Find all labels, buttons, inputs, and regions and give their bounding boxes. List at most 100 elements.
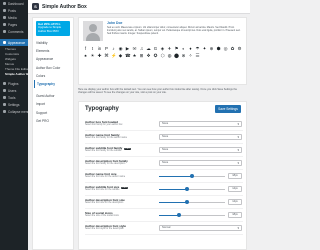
- wp-menu-item[interactable]: Users: [0, 87, 28, 94]
- slider-handle[interactable]: [184, 200, 189, 204]
- setting-slider[interactable]: [159, 213, 225, 217]
- social-icon[interactable]: ☂: [195, 46, 200, 51]
- social-icon[interactable]: ⊕: [209, 46, 214, 51]
- social-icon[interactable]: P: [104, 46, 109, 51]
- slider-handle[interactable]: [190, 174, 194, 178]
- setting-select[interactable]: None: [159, 160, 242, 166]
- author-name[interactable]: John Doe: [107, 21, 122, 25]
- setting-value-input[interactable]: 14px: [228, 199, 242, 205]
- social-icon[interactable]: ⊗: [181, 53, 186, 58]
- social-icon[interactable]: ☎: [125, 53, 130, 58]
- social-icon[interactable]: ◍: [167, 53, 172, 58]
- social-icon[interactable]: ⌘: [104, 53, 109, 58]
- wp-menu-item[interactable]: Theme File Editor: [0, 66, 28, 71]
- social-icon[interactable]: ✈: [167, 46, 172, 51]
- social-icon[interactable]: ☰: [195, 53, 200, 58]
- social-icon[interactable]: ✚: [97, 53, 102, 58]
- plugin-nav-item[interactable]: Import: [36, 100, 70, 108]
- social-icon[interactable]: ✦: [202, 46, 207, 51]
- plugin-nav-item[interactable]: Elements: [36, 47, 70, 55]
- setting-description: Select the size of the social icons: [85, 215, 119, 217]
- social-icon[interactable]: ◆: [118, 53, 123, 58]
- setting-slider[interactable]: [159, 200, 225, 204]
- wp-menu-item[interactable]: Plugins: [0, 80, 28, 87]
- social-icon[interactable]: ✧: [188, 53, 193, 58]
- wp-menu-label: Theme File Editor: [5, 66, 28, 71]
- save-settings-button[interactable]: Save Settings: [215, 105, 241, 113]
- wp-menu-label: Pages: [8, 22, 18, 27]
- setting-select[interactable]: None: [159, 134, 242, 140]
- wp-menu-item[interactable]: Posts: [0, 7, 28, 14]
- social-icon[interactable]: ✿: [230, 46, 235, 51]
- wp-menu-item[interactable]: Appearance: [0, 39, 28, 46]
- wp-menu-item[interactable]: Comments: [0, 28, 28, 35]
- slider-handle[interactable]: [176, 213, 181, 217]
- wp-menu-label: Dashboard: [8, 1, 24, 6]
- plugin-nav-item[interactable]: Support: [36, 109, 70, 117]
- plugin-nav-item[interactable]: Get PRO: [36, 117, 70, 125]
- menu-item-icon: [3, 16, 6, 19]
- plugin-nav-item[interactable]: Author Box Color: [36, 64, 70, 72]
- author-bio: Sed eu velit. Maecenas et ipsum. Vel ull…: [107, 26, 241, 35]
- wp-menu-item[interactable]: Settings: [0, 101, 28, 108]
- setting-description: Select the font size for the author name: [85, 176, 126, 178]
- setting-slider[interactable]: [159, 187, 225, 191]
- setting-value-input[interactable]: 18px: [228, 173, 242, 179]
- setting-select[interactable]: Normal: [159, 225, 242, 231]
- preview-info-text: Here we display your author box with the…: [78, 88, 237, 94]
- wp-menu-label: Simple Author Box: [5, 71, 28, 76]
- menu-item-icon: [3, 89, 6, 92]
- wp-menu-item[interactable]: Tools: [0, 94, 28, 101]
- setting-select[interactable]: None: [159, 121, 242, 127]
- setting-value-input[interactable]: 18px: [228, 212, 242, 218]
- social-icon[interactable]: ⬢: [216, 46, 221, 51]
- plugin-nav-item[interactable]: Guest Author: [36, 92, 70, 100]
- social-icon[interactable]: ⬡: [160, 53, 165, 58]
- social-icon[interactable]: ⬤: [174, 53, 179, 58]
- social-icon[interactable]: ▶: [125, 46, 130, 51]
- menu-item-icon: [3, 110, 6, 113]
- plugin-nav-label: Author Box Color: [36, 65, 61, 70]
- social-icon[interactable]: in: [97, 46, 102, 51]
- social-icon[interactable]: ◎: [223, 46, 228, 51]
- social-icon[interactable]: ⚙: [237, 46, 242, 51]
- plugin-nav-item[interactable]: Appearance: [36, 55, 70, 63]
- wp-menu-item[interactable]: Media: [0, 14, 28, 21]
- promo-banner[interactable]: Get 20% off Pro Upgrade to Simple Author…: [36, 21, 70, 36]
- plugin-nav-item[interactable]: Colors: [36, 72, 70, 80]
- social-icon[interactable]: ⚑: [174, 46, 179, 51]
- setting-slider[interactable]: [159, 174, 225, 178]
- social-icon[interactable]: ♪: [111, 46, 116, 51]
- author-box-preview: John Doe Sed eu velit. Maecenas et ipsum…: [78, 17, 247, 85]
- social-icon[interactable]: ☁: [146, 46, 151, 51]
- social-icon[interactable]: ☀: [90, 53, 95, 58]
- social-icon[interactable]: t: [90, 46, 95, 51]
- wp-menu-item[interactable]: Collapse menu: [0, 108, 28, 115]
- wp-menu-item[interactable]: Simple Author Box: [0, 71, 28, 76]
- setting-value-input[interactable]: 14px: [228, 186, 242, 192]
- setting-select[interactable]: None: [159, 147, 242, 153]
- social-icon[interactable]: ⊞: [139, 53, 144, 58]
- social-icon[interactable]: ◈: [160, 46, 165, 51]
- social-icon[interactable]: ✪: [153, 53, 158, 58]
- social-icon[interactable]: ✉: [132, 46, 137, 51]
- wp-menu-item[interactable]: Pages: [0, 21, 28, 28]
- plugin-nav-item[interactable]: Typography: [34, 79, 70, 89]
- pro-badge: PRO: [121, 187, 129, 189]
- social-icon[interactable]: ◉: [118, 46, 123, 51]
- social-icon[interactable]: ◐: [181, 46, 186, 51]
- social-icon[interactable]: ★: [132, 53, 137, 58]
- social-icon[interactable]: ❖: [146, 53, 151, 58]
- slider-fill: [159, 201, 187, 203]
- setting-row: Author subtitle font family PRO Select the…: [85, 144, 243, 157]
- social-icon[interactable]: ♠: [83, 53, 88, 58]
- social-icon[interactable]: ♦: [188, 46, 193, 51]
- social-icon[interactable]: ♫: [139, 46, 144, 51]
- social-icon[interactable]: ⚡: [111, 53, 116, 58]
- plugin-nav-item[interactable]: Visibility: [36, 39, 70, 47]
- slider-handle[interactable]: [184, 187, 189, 191]
- promo-text: Upgrade to Simple Author Box PRO: [38, 25, 62, 33]
- social-icon[interactable]: f: [83, 46, 88, 51]
- wp-menu-item[interactable]: Dashboard: [0, 0, 28, 7]
- social-icon[interactable]: G: [153, 46, 158, 51]
